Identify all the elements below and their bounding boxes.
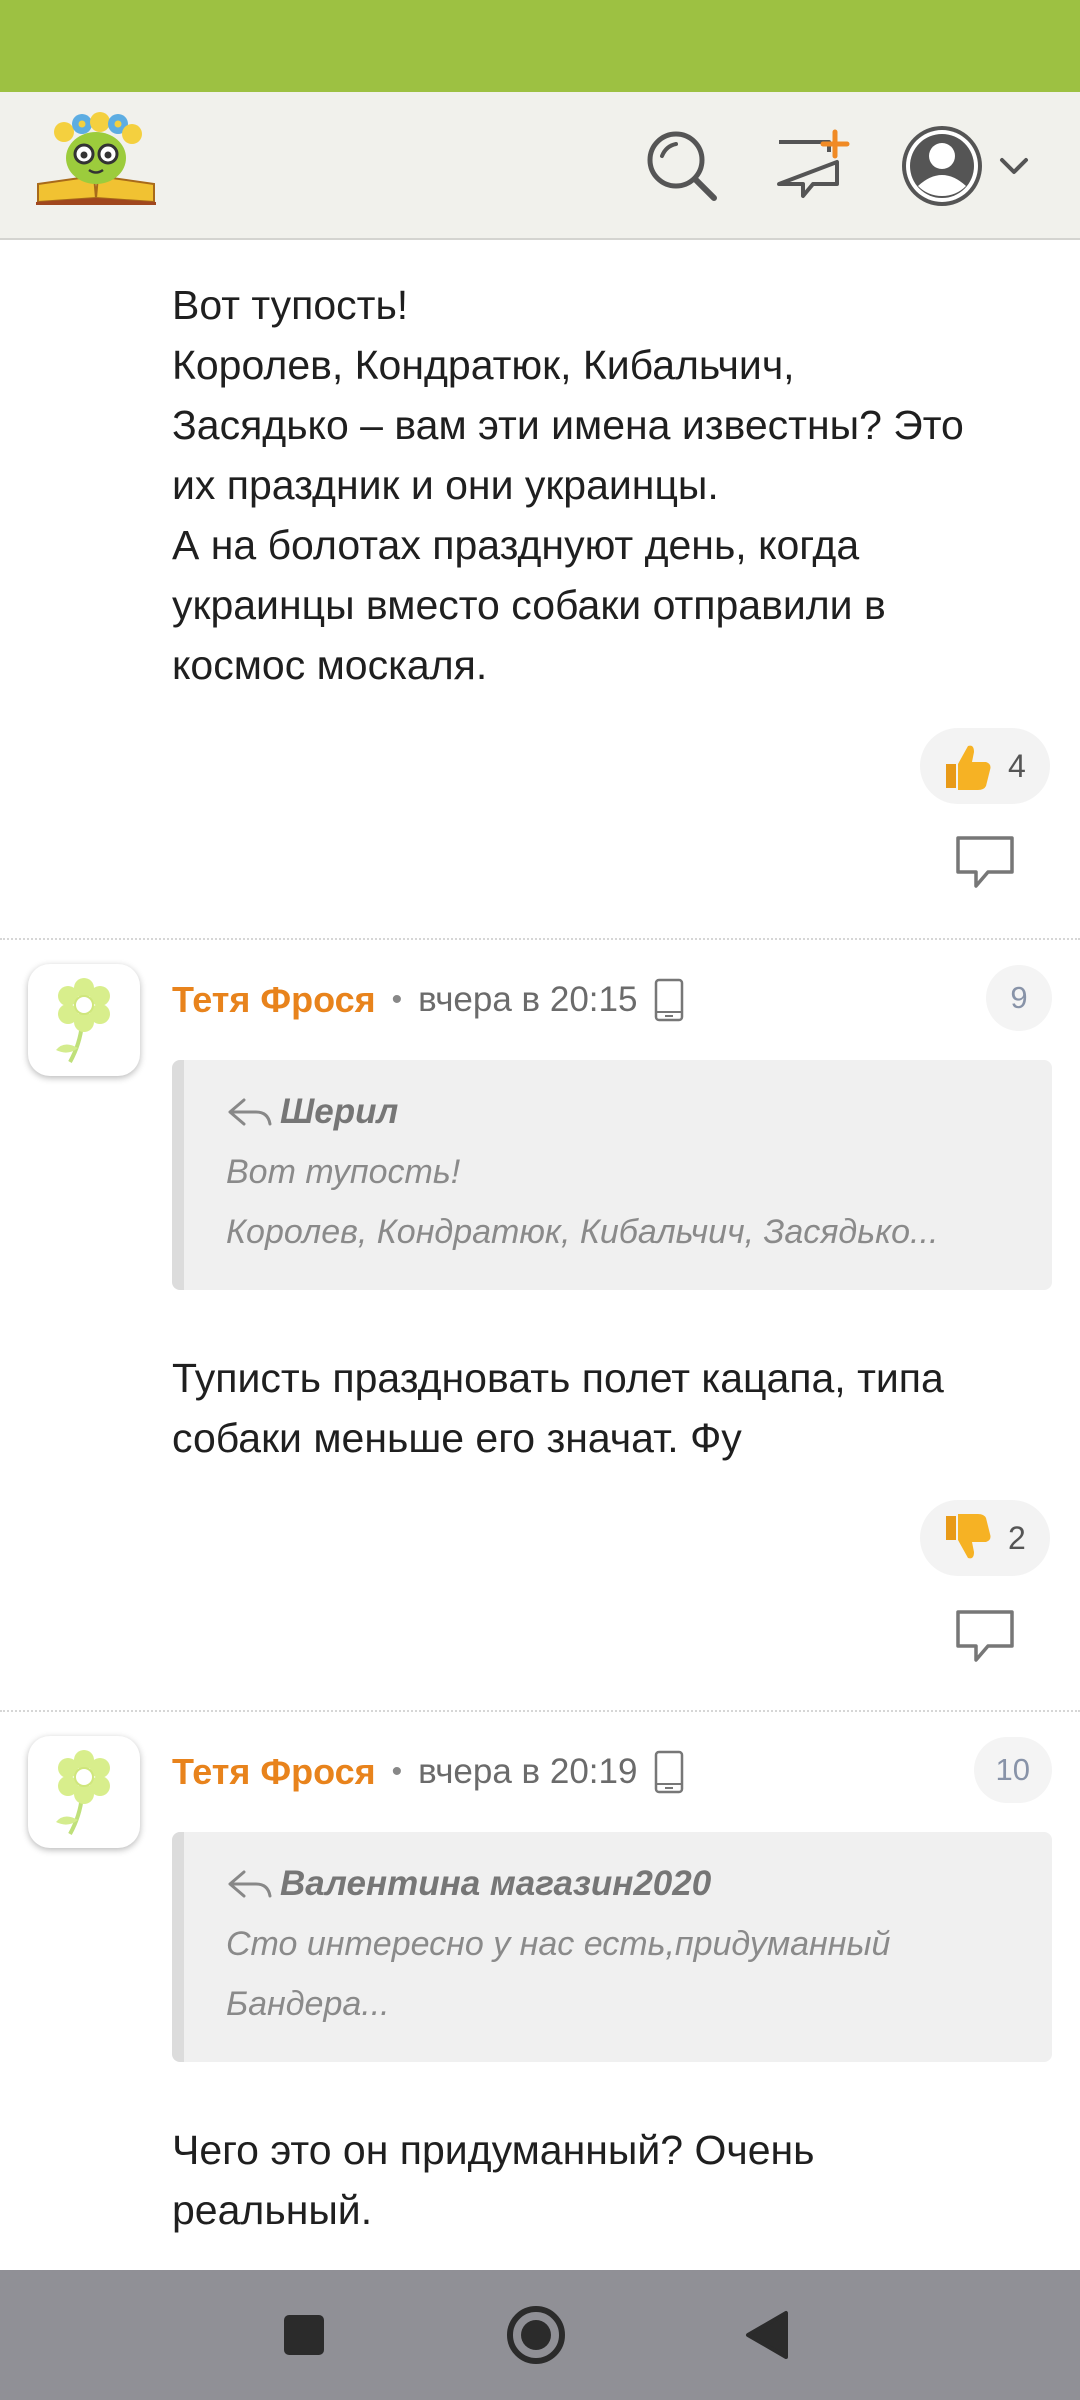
reply-button[interactable] bbox=[954, 1608, 1016, 1664]
comment-divider bbox=[0, 1710, 1080, 1712]
mobile-phone-icon bbox=[655, 1750, 684, 1794]
commenter-avatar[interactable] bbox=[28, 1736, 140, 1848]
comment-divider bbox=[0, 938, 1080, 940]
author-name[interactable]: Тетя Фрося bbox=[172, 1751, 376, 1793]
text-line: собаки меньше его значат. Фу bbox=[172, 1415, 742, 1461]
quote-author-row: Шерил bbox=[226, 1088, 1008, 1136]
quote-text: Сто интересно у нас есть,придуманный Бан… bbox=[226, 1914, 1008, 2034]
back-button[interactable] bbox=[728, 2295, 808, 2375]
thumbs-up-icon bbox=[946, 745, 991, 790]
text-line: космос москаля. bbox=[172, 642, 488, 688]
search-icon bbox=[647, 131, 717, 201]
comment-body: Туписть праздновать полет кацапа, типа с… bbox=[172, 1348, 1050, 1468]
meta-separator: • bbox=[391, 1755, 403, 1788]
reaction-count: 4 bbox=[1008, 747, 1026, 784]
reply-button[interactable] bbox=[954, 834, 1016, 890]
reply-bubble-icon bbox=[956, 1610, 1014, 1662]
system-navigation-bar bbox=[0, 2270, 1080, 2400]
chat-bubble-plus-icon bbox=[777, 129, 850, 198]
kid-reading-book-logo-icon bbox=[36, 112, 156, 205]
quote-line: Королев, Кондратюк, Кибальчич, Засядько.… bbox=[226, 1213, 939, 1251]
text-line: украинцы вместо собаки отправили в bbox=[172, 582, 886, 628]
text-line: Чего это он придуманный? Очень bbox=[172, 2127, 815, 2173]
text-line: их праздник и они украинцы. bbox=[172, 462, 719, 508]
square-icon bbox=[284, 2315, 324, 2355]
comment-number-badge[interactable]: 10 bbox=[973, 1737, 1052, 1803]
home-button[interactable] bbox=[496, 2295, 576, 2375]
comment-number-badge[interactable]: 9 bbox=[986, 965, 1052, 1031]
quote-line: Сто интересно у нас есть,придуманный bbox=[226, 1925, 891, 1963]
text-line: Вот тупость! bbox=[172, 282, 409, 328]
recent-apps-button[interactable] bbox=[264, 2295, 344, 2375]
quote-text: Вот тупость! Королев, Кондратюк, Кибальч… bbox=[226, 1142, 1008, 1262]
quote-line: Вот тупость! bbox=[226, 1153, 461, 1191]
quoted-comment[interactable]: Валентина магазин2020 Сто интересно у на… bbox=[172, 1832, 1052, 2062]
user-avatar-icon bbox=[902, 126, 1028, 206]
reply-bubble-icon bbox=[956, 836, 1014, 888]
quote-line: Бандера... bbox=[226, 1985, 390, 2023]
comments-feed[interactable]: Вот тупость! Королев, Кондратюк, Кибальч… bbox=[0, 240, 1080, 2270]
site-logo[interactable] bbox=[34, 106, 158, 206]
text-line: Засядько – вам эти имена известны? Это bbox=[172, 402, 964, 448]
comment-body: Чего это он придуманный? Очень реальный. bbox=[172, 2120, 1050, 2240]
app-header bbox=[0, 92, 1080, 240]
commenter-avatar[interactable] bbox=[28, 964, 140, 1076]
reply-arrow-icon bbox=[228, 1870, 272, 1898]
quote-author-row: Валентина магазин2020 bbox=[226, 1860, 1008, 1908]
new-topic-button[interactable] bbox=[773, 126, 853, 206]
quote-author: Шерил bbox=[280, 1092, 399, 1131]
comment-meta: Тетя Фрося • вчера в 20:15 bbox=[172, 970, 685, 1030]
comment-meta: Тетя Фрося • вчера в 20:19 bbox=[172, 1742, 685, 1802]
status-bar bbox=[0, 0, 1080, 92]
quote-author: Валентина магазин2020 bbox=[280, 1864, 712, 1903]
comment-number: 10 bbox=[995, 1752, 1030, 1787]
profile-menu-button[interactable] bbox=[896, 120, 1036, 212]
quoted-comment[interactable]: Шерил Вот тупость! Королев, Кондратюк, К… bbox=[172, 1060, 1052, 1290]
text-line: А на болотах празднуют день, когда bbox=[172, 522, 860, 568]
text-line: Туписть праздновать полет кацапа, типа bbox=[172, 1355, 944, 1401]
meta-separator: • bbox=[391, 983, 403, 1016]
text-line: Королев, Кондратюк, Кибальчич, bbox=[172, 342, 795, 388]
comment-time: вчера в 20:19 bbox=[418, 1752, 638, 1791]
triangle-back-icon bbox=[746, 2311, 788, 2359]
circle-icon bbox=[507, 2306, 565, 2364]
author-name[interactable]: Тетя Фрося bbox=[172, 979, 376, 1021]
post-body: Вот тупость! Королев, Кондратюк, Кибальч… bbox=[172, 275, 1050, 695]
like-reaction-button[interactable]: 4 bbox=[920, 728, 1050, 804]
thumbs-down-icon bbox=[946, 1514, 991, 1559]
dislike-reaction-button[interactable]: 2 bbox=[920, 1500, 1050, 1576]
comment-number: 9 bbox=[1010, 980, 1028, 1015]
reaction-count: 2 bbox=[1008, 1519, 1026, 1556]
flower-avatar-icon bbox=[56, 1750, 110, 1835]
mobile-phone-icon bbox=[655, 978, 684, 1022]
search-button[interactable] bbox=[642, 126, 722, 206]
chevron-down-icon bbox=[1000, 158, 1028, 174]
text-line: реальный. bbox=[172, 2187, 373, 2233]
comment-time: вчера в 20:15 bbox=[418, 980, 638, 1019]
reply-arrow-icon bbox=[228, 1098, 272, 1126]
flower-avatar-icon bbox=[56, 978, 110, 1063]
